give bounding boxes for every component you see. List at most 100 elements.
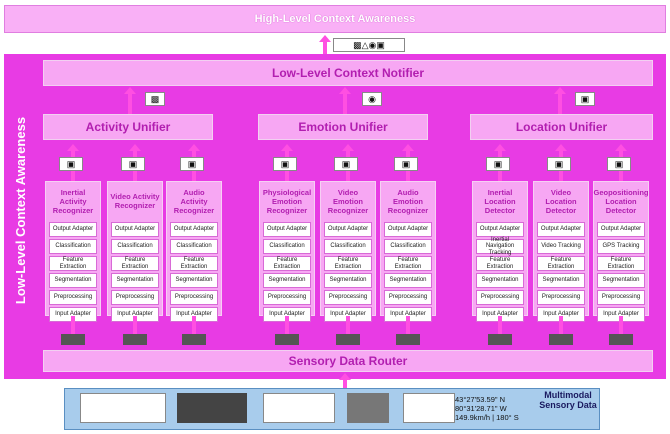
pipeline-stage: Output Adapter xyxy=(537,222,585,237)
arrow-to-high-level xyxy=(323,41,327,54)
pipeline-stage: Feature Extraction xyxy=(111,256,159,271)
pipeline-stage: Output Adapter xyxy=(324,222,372,237)
recognizer-output-icon: ▣ xyxy=(486,157,510,171)
recognizer-column: Video Emotion Recognizer Output Adapter Cl… xyxy=(320,181,376,322)
recognizer-column: Video Activity Recognizer Output Adapter C… xyxy=(107,181,163,322)
sensor-thumbnail xyxy=(488,334,512,345)
gps-readout: 43°27'53.59" N 80°31'28.71" W 149.9km/h | … xyxy=(455,395,519,422)
recognizer-title: Physiological Emotion Recognizer xyxy=(262,187,312,215)
pipeline-stage: Output Adapter xyxy=(111,222,159,237)
arrow-head xyxy=(342,144,354,151)
recognizer-column: Video Location Detector Output Adapter Vid… xyxy=(533,181,589,322)
pipeline-stage: Preprocessing xyxy=(384,290,432,305)
pipeline-stage: Classification xyxy=(49,239,97,254)
recognizer-output-icon: ▣ xyxy=(547,157,571,171)
arrow-sensor-up xyxy=(619,316,623,334)
audio-waveform-thumbnail xyxy=(263,393,335,423)
pipeline-stage: Segmentation xyxy=(537,273,585,288)
recognizer-output-icon: ▣ xyxy=(59,157,83,171)
recognizer-output-icon: ▣ xyxy=(121,157,145,171)
arrow-head xyxy=(319,35,331,42)
recognizer-column: Inertial Location Detector Output Adapter… xyxy=(472,181,528,322)
sensor-thumbnail xyxy=(549,334,573,345)
arrow-head xyxy=(67,144,79,151)
recognizer-title: Video Activity Recognizer xyxy=(110,192,160,210)
recognizer-title: Audio Emotion Recognizer xyxy=(387,187,429,215)
pipeline-stage: Feature Extraction xyxy=(597,256,645,271)
recognizer-title: Audio Activity Recognizer xyxy=(173,187,215,215)
pipeline-stage: Output Adapter xyxy=(263,222,311,237)
video-thumbnail xyxy=(177,393,247,423)
recognizer-column: Inertial Activity Recognizer Output Adapt… xyxy=(45,181,101,322)
pipeline-stage: Preprocessing xyxy=(111,290,159,305)
pipeline-stage: Video Tracking xyxy=(537,239,585,254)
sensor-thumbnail xyxy=(275,334,299,345)
pipeline-stage: Classification xyxy=(263,239,311,254)
arrow-activity-up xyxy=(128,92,132,114)
pipeline-stage: Classification xyxy=(170,239,218,254)
pipeline-stage: Preprocessing xyxy=(537,290,585,305)
recognizer-column: Audio Activity Recognizer Output Adapter C… xyxy=(166,181,222,322)
emotion-unifier: Emotion Unifier xyxy=(258,114,428,140)
arrow-head xyxy=(402,144,414,151)
pipeline-stage: Segmentation xyxy=(111,273,159,288)
recognizer-output-icon: ▣ xyxy=(607,157,631,171)
arrow-head xyxy=(555,144,567,151)
arrow-head xyxy=(554,87,566,94)
sensor-thumbnail xyxy=(61,334,85,345)
activity-unifier: Activity Unifier xyxy=(43,114,213,140)
pipeline-stage: Preprocessing xyxy=(597,290,645,305)
pipeline-stage: Segmentation xyxy=(263,273,311,288)
arrow-head xyxy=(188,144,200,151)
location-icon: ▣ xyxy=(575,92,595,106)
arrow-sensor-up xyxy=(346,316,350,334)
arrow-location-up xyxy=(558,92,562,114)
pipeline-stage: Classification xyxy=(324,239,372,254)
recognizer-output-icon: ▣ xyxy=(334,157,358,171)
arrow-sensor-up xyxy=(285,316,289,334)
pipeline-stage: Output Adapter xyxy=(170,222,218,237)
context-icons: ▩△◉▣ xyxy=(333,38,405,52)
arrow-head xyxy=(615,144,627,151)
arrow-sensor-up xyxy=(406,316,410,334)
pipeline-stage: Output Adapter xyxy=(384,222,432,237)
pipeline-stage: Feature Extraction xyxy=(49,256,97,271)
pipeline-stage: Feature Extraction xyxy=(324,256,372,271)
pipeline-stage: Segmentation xyxy=(324,273,372,288)
pipeline-stage: Output Adapter xyxy=(476,222,524,237)
recognizer-title: Inertial Location Detector xyxy=(484,187,516,215)
pipeline-stage: Output Adapter xyxy=(49,222,97,237)
pipeline-stage: Feature Extraction xyxy=(263,256,311,271)
pipeline-stage: Preprocessing xyxy=(324,290,372,305)
pipeline-stage: Feature Extraction xyxy=(476,256,524,271)
arrow-sensor-up xyxy=(498,316,502,334)
recognizer-output-icon: ▣ xyxy=(394,157,418,171)
recognizer-column: Physiological Emotion Recognizer Output A… xyxy=(259,181,315,322)
pipeline-stage: Segmentation xyxy=(476,273,524,288)
recognizer-output-icon: ▣ xyxy=(273,157,297,171)
pipeline-stage: Preprocessing xyxy=(476,290,524,305)
faces-thumbnail xyxy=(347,393,389,423)
low-level-side-label: Low-Level Context Awareness xyxy=(13,116,29,304)
recognizer-column: Geopositioning Location Detector Output A… xyxy=(593,181,649,322)
arrow-sensor-up xyxy=(71,316,75,334)
pipeline-stage: Classification xyxy=(111,239,159,254)
pipeline-stage: Inertial Navigation Tracking xyxy=(476,237,524,256)
arrow-sensor-up xyxy=(192,316,196,334)
sensor-thumbnail xyxy=(609,334,633,345)
high-level-title: High-Level Context Awareness xyxy=(254,13,416,25)
recognizer-title: Video Emotion Recognizer xyxy=(327,187,369,215)
pipeline-stage: Segmentation xyxy=(49,273,97,288)
pipeline-stage: Segmentation xyxy=(170,273,218,288)
recognizer-column: Audio Emotion Recognizer Output Adapter Cl… xyxy=(380,181,436,322)
location-unifier: Location Unifier xyxy=(470,114,653,140)
ecg-thumbnail xyxy=(403,393,455,423)
sensory-data-router: Sensory Data Router xyxy=(43,350,653,372)
pipeline-stage: Segmentation xyxy=(597,273,645,288)
sensor-thumbnail xyxy=(396,334,420,345)
pipeline-stage: Feature Extraction xyxy=(384,256,432,271)
sensor-thumbnail xyxy=(123,334,147,345)
sensor-thumbnail xyxy=(182,334,206,345)
low-level-notifier: Low-Level Context Notifier xyxy=(43,60,653,86)
arrow-head xyxy=(124,87,136,94)
